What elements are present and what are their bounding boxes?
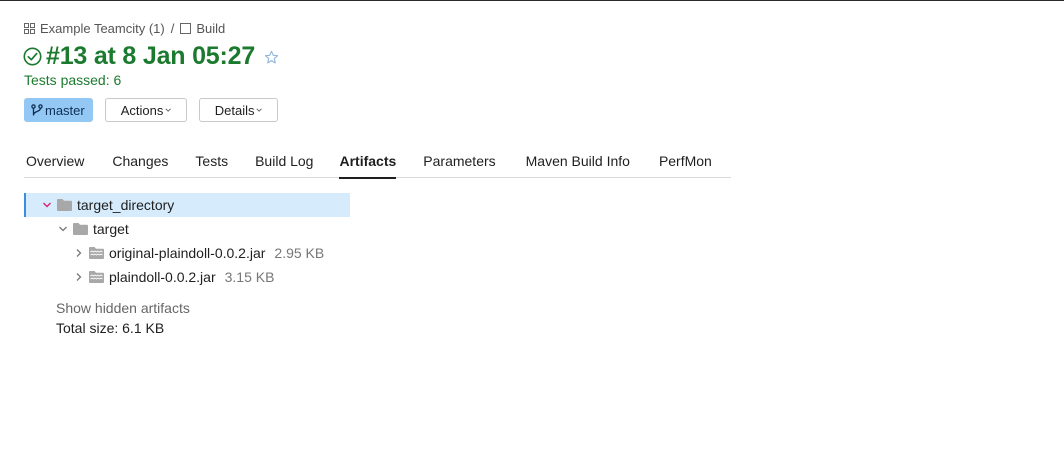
- actions-label: Actions: [120, 102, 164, 118]
- tab-overview[interactable]: Overview: [26, 148, 84, 178]
- artifact-file-size: 2.95 KB: [274, 245, 325, 261]
- details-label: Details: [214, 102, 255, 118]
- artifact-file-link[interactable]: plaindoll-0.0.2.jar: [109, 269, 216, 285]
- tab-tests[interactable]: Tests: [195, 148, 228, 178]
- breadcrumb-project-link[interactable]: Example Teamcity (1): [40, 21, 165, 36]
- breadcrumb-build-link[interactable]: Build: [196, 21, 225, 36]
- build-controls: master Actions Details: [24, 98, 278, 122]
- tab-parameters[interactable]: Parameters: [423, 148, 495, 178]
- folder-icon: [73, 223, 88, 235]
- branch-chip[interactable]: master: [24, 98, 93, 122]
- chevron-down-icon: [256, 108, 263, 112]
- chevron-down-icon: [165, 108, 172, 112]
- details-button[interactable]: Details: [198, 98, 278, 122]
- total-size: Total size: 6.1 KB: [56, 320, 165, 336]
- tests-status-link[interactable]: Tests passed: 6: [24, 72, 121, 88]
- tree-row-target-directory[interactable]: target_directory: [24, 193, 350, 217]
- success-check-icon: [23, 47, 42, 66]
- breadcrumb: Example Teamcity (1) / Build: [24, 21, 225, 36]
- archive-icon: [89, 247, 104, 259]
- tab-maven-build-info[interactable]: Maven Build Info: [526, 148, 630, 178]
- project-icon: [24, 23, 35, 34]
- artifact-file-size: 3.15 KB: [224, 269, 275, 285]
- page-title: #13 at 8 Jan 05:27: [46, 42, 256, 70]
- chevron-down-icon[interactable]: [40, 198, 54, 212]
- tree-row-file[interactable]: plaindoll-0.0.2.jar 3.15 KB: [72, 265, 274, 289]
- build-title-row: #13 at 8 Jan 05:27: [23, 42, 279, 71]
- tree-item-label: target_directory: [77, 197, 175, 213]
- artifact-file-link[interactable]: original-plaindoll-0.0.2.jar: [109, 245, 265, 261]
- breadcrumb-separator: /: [170, 21, 175, 36]
- chevron-right-icon[interactable]: [72, 246, 86, 260]
- archive-icon: [89, 271, 104, 283]
- show-hidden-artifacts-link[interactable]: Show hidden artifacts: [56, 300, 190, 316]
- tab-build-log[interactable]: Build Log: [255, 148, 313, 178]
- chevron-down-icon[interactable]: [56, 222, 70, 236]
- tab-changes[interactable]: Changes: [112, 148, 168, 178]
- tree-item-label: target: [93, 221, 129, 237]
- chevron-right-icon[interactable]: [72, 270, 86, 284]
- folder-icon: [57, 199, 72, 211]
- tree-row-target[interactable]: target: [56, 217, 129, 241]
- build-tabs: Overview Changes Tests Build Log Artifac…: [24, 148, 731, 179]
- tab-perfmon[interactable]: PerfMon: [659, 148, 712, 178]
- branch-name: master: [45, 102, 85, 118]
- build-config-icon: [180, 23, 192, 34]
- branch-icon: [31, 103, 43, 115]
- tab-artifacts[interactable]: Artifacts: [339, 148, 396, 179]
- star-icon[interactable]: [264, 50, 279, 65]
- actions-button[interactable]: Actions: [104, 98, 187, 122]
- tree-row-file[interactable]: original-plaindoll-0.0.2.jar 2.95 KB: [72, 241, 324, 265]
